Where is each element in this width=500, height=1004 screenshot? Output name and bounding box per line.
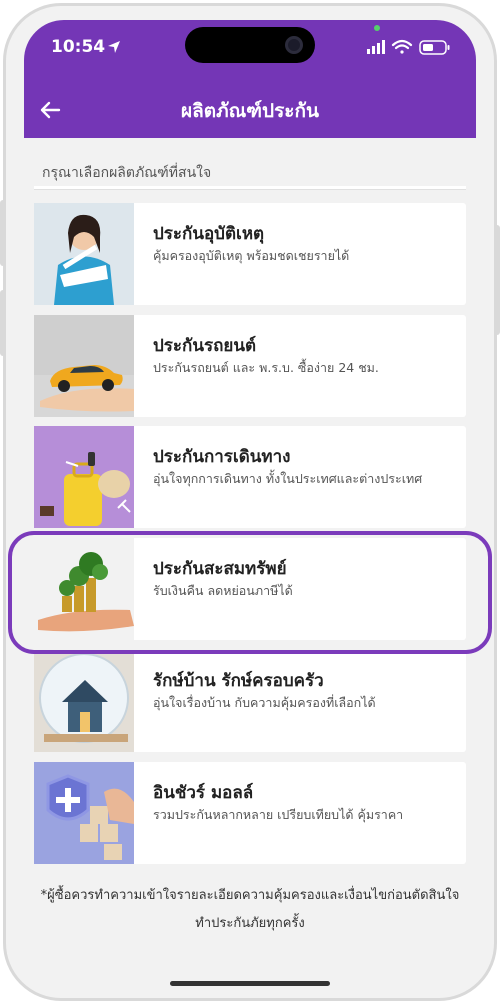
product-title: ประกันการเดินทาง	[153, 447, 291, 467]
product-title: ประกันอุบัติเหตุ	[153, 224, 265, 244]
accident-thumbnail	[34, 203, 134, 305]
header-bar: 10:54 ผลิตภัณฑ์ประกัน	[24, 20, 476, 138]
travel-thumbnail	[34, 426, 134, 528]
page-title: ผลิตภัณฑ์ประกัน	[180, 100, 319, 122]
disclaimer-text: *ผู้ซื้อควรทำความเข้าใจรายละเอียดความคุ้…	[40, 888, 460, 931]
wifi-icon	[391, 39, 413, 54]
product-card-motor[interactable]: ประกันรถยนต์ ประกันรถยนต์ และ พ.ร.บ. ซื้…	[34, 315, 466, 417]
product-subtitle: ประกันรถยนต์ และ พ.ร.บ. ซื้อง่าย 24 ชม.	[153, 360, 379, 375]
prompt-text: กรุณาเลือกผลิตภัณฑ์ที่สนใจ	[42, 165, 212, 181]
status-icons	[367, 39, 450, 55]
product-title: อินชัวร์ มอลล์	[153, 783, 254, 803]
product-subtitle: อุ่นใจทุกการเดินทาง ทั้งในประเทศและต่างป…	[153, 471, 423, 486]
location-arrow-icon	[108, 41, 120, 53]
phone-side-button	[0, 200, 6, 266]
product-card-home[interactable]: รักษ์บ้าน รักษ์ครอบครัว อุ่นใจเรื่องบ้าน…	[34, 650, 466, 752]
product-subtitle: คุ้มครองอุบัติเหตุ พร้อมชดเชยรายได้	[153, 248, 350, 263]
app-screen: 10:54 ผลิตภัณฑ์ประกัน กรุณาเลือกผลิตภัณฑ…	[24, 20, 476, 986]
product-title: ประกันรถยนต์	[153, 336, 257, 356]
status-time: 10:54	[51, 37, 106, 57]
camera-indicator-dot	[374, 25, 380, 31]
divider	[34, 186, 466, 190]
product-subtitle: รวมประกันหลากหลาย เปรียบเทียบได้ คุ้มราค…	[153, 807, 404, 822]
product-title: รักษ์บ้าน รักษ์ครอบครัว	[153, 671, 324, 691]
home-indicator[interactable]	[170, 981, 330, 986]
mall-thumbnail	[34, 762, 134, 864]
battery-icon	[419, 40, 450, 55]
signal-icon	[367, 40, 385, 54]
camera-icon	[285, 36, 303, 54]
product-card-travel[interactable]: ประกันการเดินทาง อุ่นใจทุกการเดินทาง ทั้…	[34, 426, 466, 528]
phone-side-button	[0, 290, 6, 356]
product-card-insure-mall[interactable]: อินชัวร์ มอลล์ รวมประกันหลากหลาย เปรียบเ…	[34, 762, 466, 864]
dynamic-island	[185, 27, 315, 63]
home-thumbnail	[34, 650, 134, 752]
product-card-accident[interactable]: ประกันอุบัติเหตุ คุ้มครองอุบัติเหตุ พร้อ…	[34, 203, 466, 305]
product-subtitle: อุ่นใจเรื่องบ้าน กับความคุ้มครองที่เลือก…	[153, 695, 376, 710]
phone-side-button	[494, 225, 500, 335]
selected-product-highlight	[8, 531, 492, 654]
car-thumbnail	[34, 315, 134, 417]
